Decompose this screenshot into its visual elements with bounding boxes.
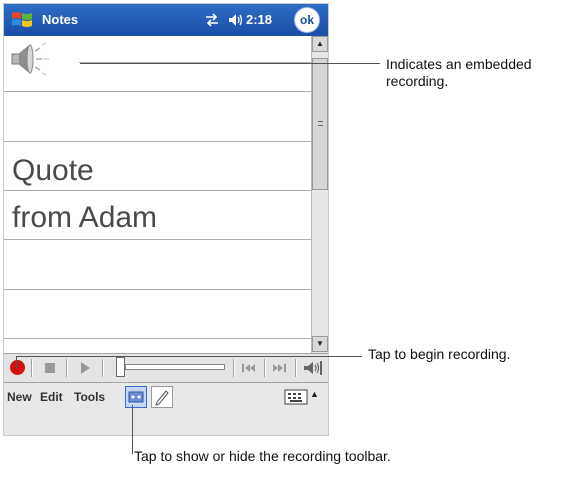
callout-leader-line — [16, 356, 17, 368]
app-title: Notes — [42, 12, 79, 27]
scroll-down-arrow-icon[interactable]: ▼ — [312, 336, 328, 352]
menu-edit[interactable]: Edit — [40, 390, 63, 404]
volume-icon[interactable] — [227, 12, 243, 28]
clock[interactable]: 2:18 — [246, 12, 272, 27]
skip-forward-icon[interactable] — [268, 357, 290, 379]
title-bar: Notes 2:18 ok — [4, 4, 328, 36]
note-text-line: from Adam — [12, 201, 158, 234]
toolbar-divider — [233, 359, 235, 377]
toolbar-divider — [102, 359, 104, 377]
callout-leader-line — [80, 63, 380, 64]
note-writing-area[interactable]: Quote from Adam — [4, 36, 311, 353]
pen-button[interactable] — [151, 386, 173, 408]
playback-slider-handle[interactable] — [116, 357, 125, 377]
callout-leader-line — [16, 356, 362, 357]
toolbar-divider — [295, 359, 297, 377]
recording-toolbar-toggle-button[interactable] — [125, 386, 147, 408]
ruled-line — [4, 190, 311, 191]
scroll-thumb[interactable] — [312, 58, 328, 190]
toolbar-divider — [66, 359, 68, 377]
callout-toggle-toolbar: Tap to show or hide the recording toolba… — [134, 448, 391, 464]
callout-begin-recording: Tap to begin recording. — [368, 346, 511, 362]
toolbar-divider — [264, 359, 266, 377]
callout-leader-line — [132, 405, 133, 454]
speaker-volume-icon[interactable] — [300, 357, 324, 379]
note-text-line: Quote — [12, 154, 94, 187]
cassette-icon — [128, 391, 144, 403]
callout-text-line: Indicates an embedded — [386, 56, 532, 72]
connectivity-icon[interactable] — [204, 13, 220, 27]
callout-text-line: recording. — [386, 73, 449, 89]
ruled-line — [4, 289, 311, 290]
stop-icon[interactable] — [39, 357, 61, 379]
scroll-up-arrow-icon[interactable]: ▲ — [312, 36, 328, 52]
ruled-line — [4, 338, 311, 339]
ruled-line — [4, 141, 311, 142]
skip-back-icon[interactable] — [238, 357, 260, 379]
toolbar-divider — [31, 359, 33, 377]
grip-icon — [318, 121, 323, 126]
pen-icon — [155, 390, 169, 406]
menu-new[interactable]: New — [7, 390, 32, 404]
device-screen: Notes 2:18 ok Quote from Adam ▲ ▼ New Ed… — [3, 3, 329, 436]
ruled-line — [4, 239, 311, 240]
callout-embedded-recording: Indicates an embedded recording. — [386, 56, 532, 90]
recording-toolbar — [4, 353, 328, 383]
menu-tools[interactable]: Tools — [74, 390, 105, 404]
ruled-line — [4, 91, 311, 92]
menu-bar: New Edit Tools ▲ — [4, 383, 328, 435]
ok-button[interactable]: ok — [295, 8, 319, 32]
play-icon[interactable] — [74, 357, 96, 379]
vertical-scrollbar[interactable]: ▲ ▼ — [311, 36, 328, 353]
embedded-recording-icon[interactable] — [6, 39, 56, 79]
input-method-arrow-icon[interactable]: ▲ — [310, 389, 319, 399]
keyboard-icon[interactable] — [284, 389, 308, 405]
record-icon[interactable] — [10, 360, 25, 375]
start-menu-icon[interactable] — [10, 8, 34, 32]
playback-slider[interactable] — [125, 364, 225, 370]
